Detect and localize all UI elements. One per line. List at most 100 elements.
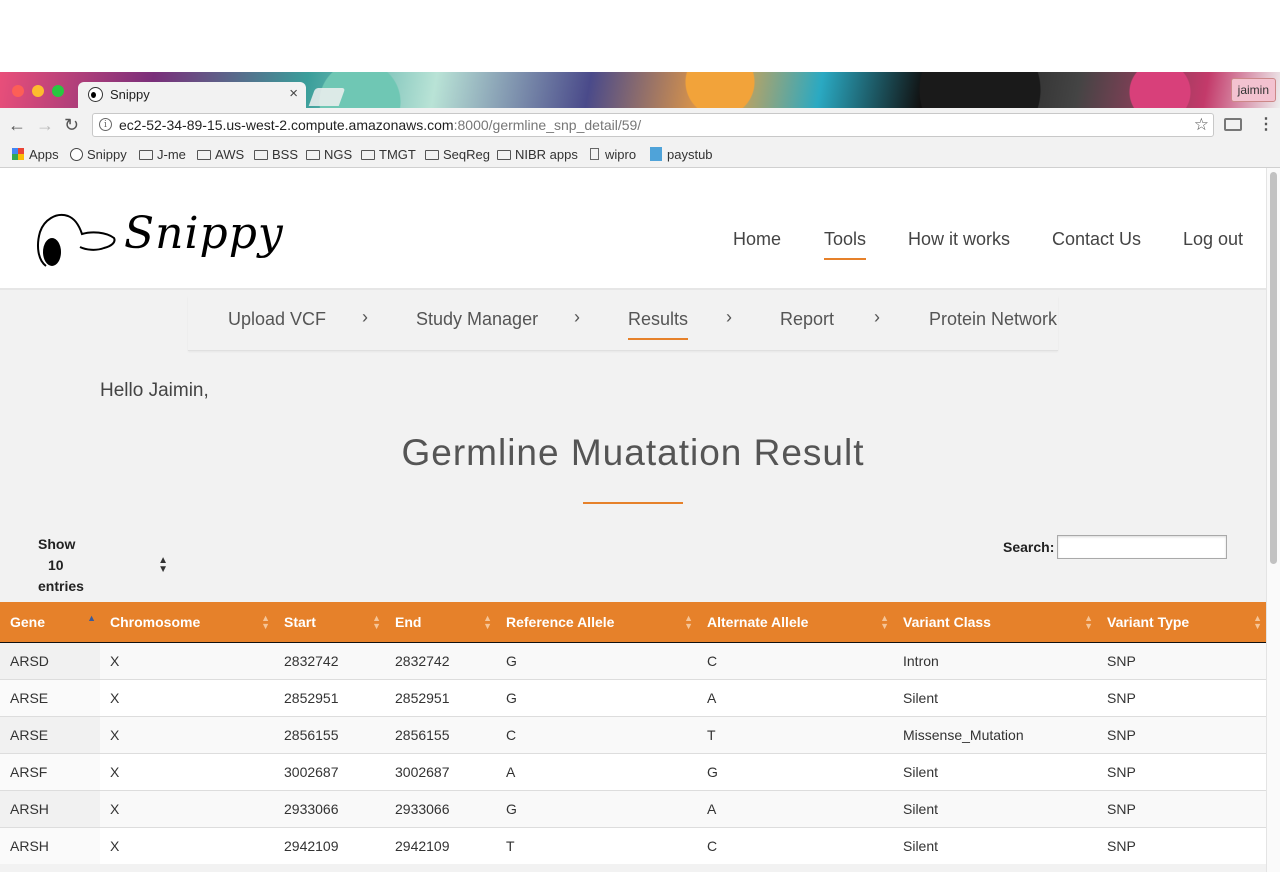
table-row[interactable]: ARSH X 2933066 2933066 G A Silent SNP	[0, 789, 1266, 827]
step-study-manager[interactable]: Study Manager	[416, 309, 538, 330]
entries-length-value: 10	[48, 557, 64, 573]
table-cell: 2852951	[385, 678, 496, 716]
folder-icon	[497, 150, 511, 160]
profile-button[interactable]: jaimin	[1230, 78, 1276, 102]
bookmark-paystub[interactable]: paystub	[650, 147, 713, 162]
snippy-favicon-icon	[70, 148, 83, 161]
tab-close-icon[interactable]: ×	[289, 85, 298, 102]
cast-icon[interactable]	[1224, 118, 1242, 131]
column-header-variant-type[interactable]: Variant Type ▲ ▼	[1097, 602, 1266, 643]
table-search-input[interactable]	[1057, 535, 1227, 559]
step-report[interactable]: Report	[780, 309, 834, 330]
reload-icon[interactable]: ↻	[64, 115, 79, 135]
table-cell: 3002687	[385, 752, 496, 790]
table-cell: 2933066	[385, 789, 496, 827]
table-row[interactable]: ARSE X 2852951 2852951 G A Silent SNP	[0, 678, 1266, 716]
table-cell: T	[496, 826, 697, 864]
new-tab-button[interactable]	[308, 88, 346, 106]
column-header-alternate-allele[interactable]: Alternate Allele ▲ ▼	[697, 602, 893, 643]
snippy-favicon-icon	[88, 87, 103, 102]
table-cell: G	[496, 678, 697, 716]
paystub-icon	[650, 147, 662, 161]
page-title: Germline Muatation Result	[401, 432, 865, 473]
column-header-gene[interactable]: Gene ▲	[0, 602, 100, 643]
table-cell: 2942109	[274, 826, 385, 864]
nav-log-out[interactable]: Log out	[1183, 229, 1243, 250]
bookmark-apps[interactable]: Apps	[12, 147, 59, 162]
sort-icon: ▲ ▼	[372, 613, 381, 631]
address-bar[interactable]: i ec2-52-34-89-15.us-west-2.compute.amaz…	[92, 113, 1214, 137]
nav-how-it-works[interactable]: How it works	[908, 229, 1010, 250]
table-cell: ARSF	[0, 752, 100, 790]
nav-tools[interactable]: Tools	[824, 229, 867, 260]
sort-icon: ▲ ▼	[1084, 613, 1093, 631]
table-cell: A	[697, 678, 893, 716]
nav-home[interactable]: Home	[733, 229, 781, 250]
table-cell: 2933066	[274, 789, 385, 827]
folder-icon	[197, 150, 211, 160]
bookmark-folder[interactable]: NIBR apps	[497, 147, 578, 162]
column-header-chromosome[interactable]: Chromosome ▲ ▼	[100, 602, 274, 643]
table-cell: ARSH	[0, 826, 100, 864]
browser-toolbar: ← → ↻ i ec2-52-34-89-15.us-west-2.comput…	[0, 108, 1280, 142]
info-icon[interactable]: i	[99, 118, 112, 131]
select-arrows-icon: ▲ ▼	[158, 555, 168, 575]
table-cell: Intron	[893, 641, 1097, 679]
bookmark-folder[interactable]: BSS	[254, 147, 298, 162]
close-window-button[interactable]	[12, 85, 24, 97]
document-icon	[590, 148, 599, 160]
table-row[interactable]: ARSH X 2942109 2942109 T C Silent SNP	[0, 826, 1266, 864]
column-header-end[interactable]: End ▲ ▼	[385, 602, 496, 643]
column-header-reference-allele[interactable]: Reference Allele ▲ ▼	[496, 602, 697, 643]
bookmark-folder[interactable]: J-me	[139, 147, 186, 162]
table-cell: Missense_Mutation	[893, 715, 1097, 753]
table-cell: X	[100, 752, 274, 790]
step-upload-vcf[interactable]: Upload VCF	[228, 309, 326, 330]
site-logo-text[interactable]: Snippy	[124, 208, 284, 259]
forward-arrow-icon[interactable]: →	[36, 115, 54, 135]
bookmark-folder[interactable]: NGS	[306, 147, 352, 162]
bookmark-snippy[interactable]: Snippy	[70, 147, 127, 162]
scrollbar-thumb[interactable]	[1270, 172, 1277, 564]
page-scrollbar[interactable]	[1266, 168, 1280, 872]
url-text: ec2-52-34-89-15.us-west-2.compute.amazon…	[119, 117, 641, 133]
table-cell: X	[100, 678, 274, 716]
nav-contact-us[interactable]: Contact Us	[1052, 229, 1141, 250]
step-protein-network[interactable]: Protein Network	[929, 309, 1057, 330]
bookmark-folder[interactable]: SeqReg	[425, 147, 490, 162]
bookmark-wipro[interactable]: wipro	[590, 147, 636, 162]
back-arrow-icon[interactable]: ←	[8, 115, 26, 135]
zoom-window-button[interactable]	[52, 85, 64, 97]
table-cell: T	[697, 715, 893, 753]
bookmark-folder[interactable]: TMGT	[361, 147, 416, 162]
table-cell: 2856155	[274, 715, 385, 753]
folder-icon	[306, 150, 320, 160]
sort-icon: ▲ ▼	[1253, 613, 1262, 631]
table-cell: ARSD	[0, 641, 100, 679]
table-cell: 2856155	[385, 715, 496, 753]
table-row[interactable]: ARSF X 3002687 3002687 A G Silent SNP	[0, 752, 1266, 790]
bookmark-folder[interactable]: AWS	[197, 147, 244, 162]
table-row[interactable]: ARSD X 2832742 2832742 G C Intron SNP	[0, 641, 1266, 679]
bookmark-star-icon[interactable]: ☆	[1194, 115, 1209, 135]
table-cell: 2832742	[274, 641, 385, 679]
table-row[interactable]: ARSE X 2856155 2856155 C T Missense_Mutation SN…	[0, 715, 1266, 753]
column-header-start[interactable]: Start ▲ ▼	[274, 602, 385, 643]
browser-tabstrip: Snippy × jaimin	[0, 72, 1280, 108]
minimize-window-button[interactable]	[32, 85, 44, 97]
snippy-logo-icon[interactable]	[36, 210, 118, 268]
table-cell: ARSE	[0, 715, 100, 753]
bookmarks-bar: Apps Snippy J-me AWS BSS NGS TMGT SeqReg…	[0, 142, 1280, 168]
folder-icon	[139, 150, 153, 160]
browser-menu-icon[interactable]: ⋮	[1258, 115, 1274, 135]
entries-length-select[interactable]: 10 ▲ ▼	[38, 555, 170, 577]
table-cell: Silent	[893, 752, 1097, 790]
table-cell: SNP	[1097, 715, 1266, 753]
sort-icon: ▲ ▼	[261, 613, 270, 631]
browser-tab-active[interactable]: Snippy ×	[78, 82, 306, 108]
table-cell: A	[496, 752, 697, 790]
table-cell: SNP	[1097, 789, 1266, 827]
table-cell: Silent	[893, 678, 1097, 716]
column-header-variant-class[interactable]: Variant Class ▲ ▼	[893, 602, 1097, 643]
step-results[interactable]: Results	[628, 309, 689, 340]
